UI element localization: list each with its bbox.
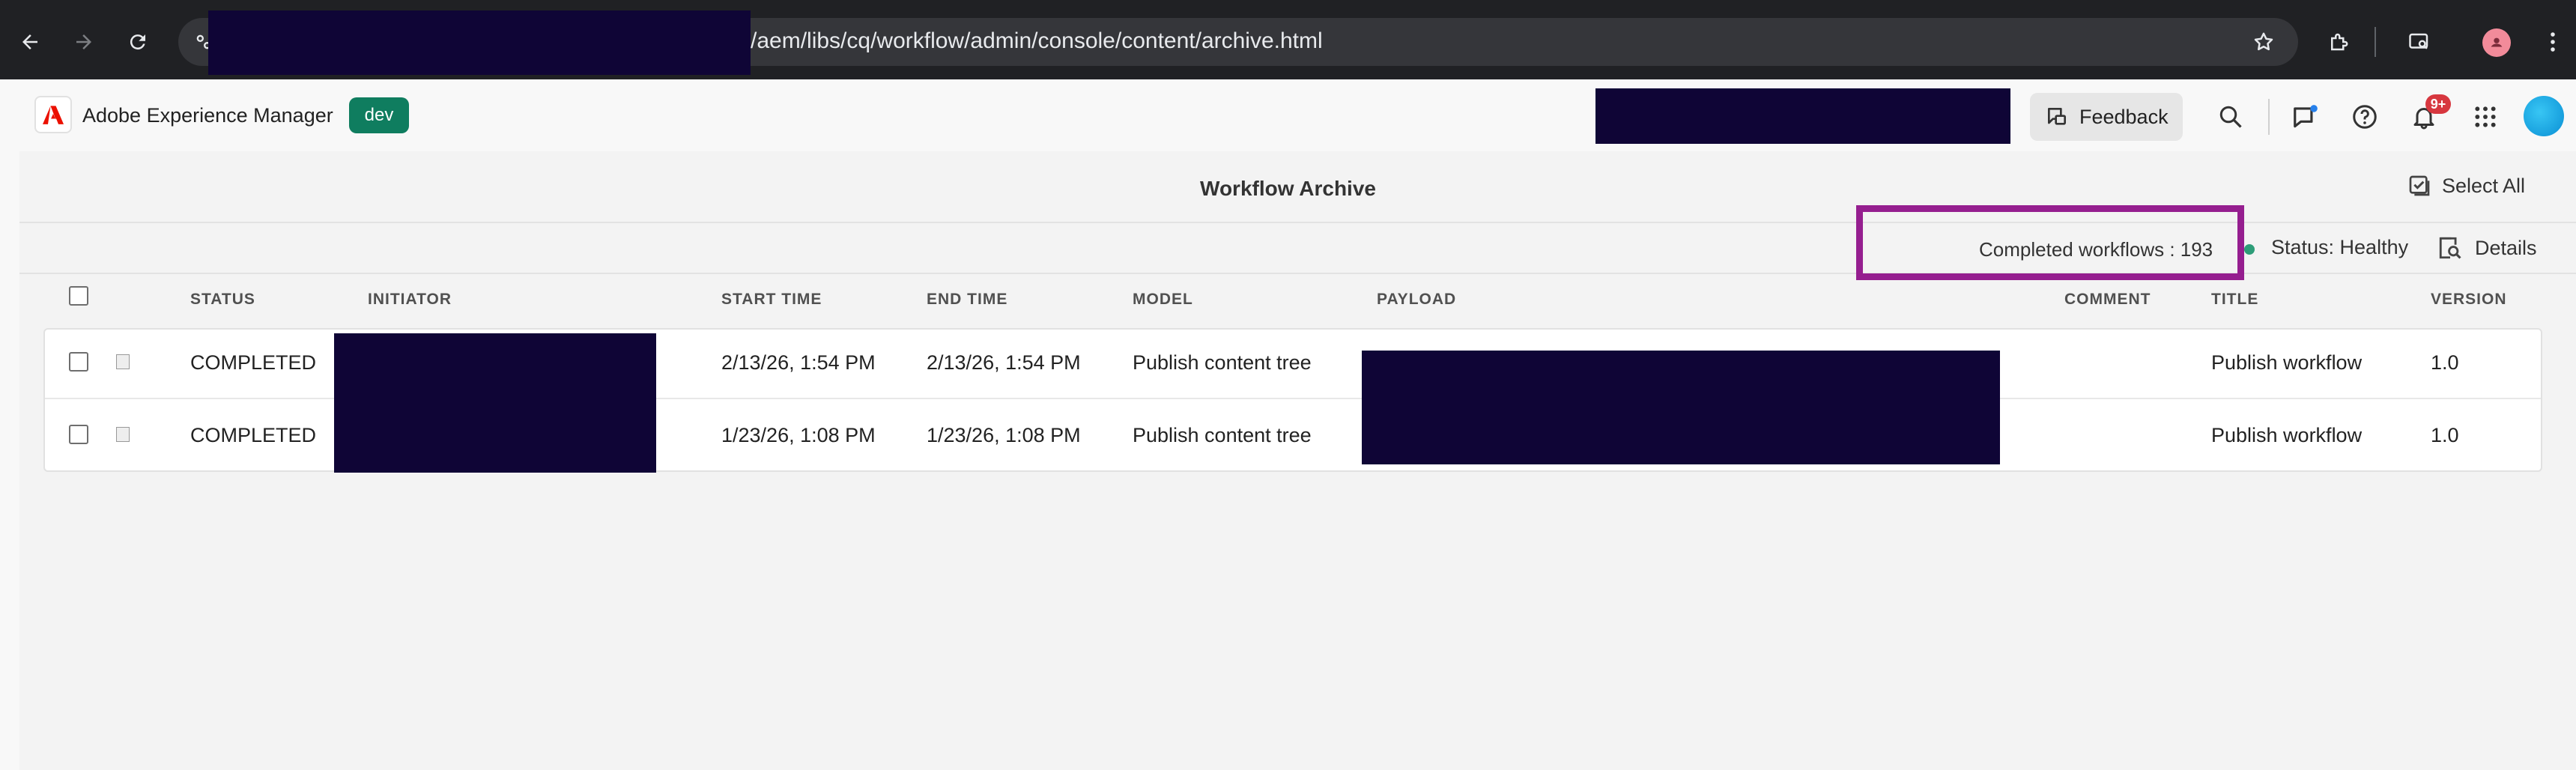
arrow-left-icon	[22, 34, 37, 49]
row-status[interactable]: COMPLETED	[190, 351, 316, 375]
adobe-logo[interactable]	[34, 96, 72, 133]
row-checkbox[interactable]	[69, 425, 88, 444]
column-header-version[interactable]: VERSION	[2431, 291, 2507, 309]
reload-icon	[130, 34, 145, 50]
reload-button[interactable]	[121, 25, 154, 58]
column-header-payload[interactable]: PAYLOAD	[1377, 291, 1456, 309]
product-name[interactable]: Adobe Experience Manager	[82, 104, 333, 127]
row-version[interactable]: 1.0	[2431, 424, 2459, 447]
redacted-field	[1595, 88, 2010, 144]
search-icon	[2219, 106, 2242, 128]
tab-search-button[interactable]	[2403, 25, 2436, 58]
row-status[interactable]: COMPLETED	[190, 424, 316, 447]
row-checkbox[interactable]	[69, 352, 88, 372]
select-all-checkbox[interactable]	[69, 286, 88, 306]
redacted-initiator	[334, 333, 656, 473]
back-button[interactable]	[13, 25, 46, 58]
column-header-status[interactable]: STATUS	[190, 291, 255, 309]
column-header-end-time[interactable]: END TIME	[927, 291, 1007, 309]
star-icon	[2254, 32, 2273, 51]
redacted-payload	[1362, 351, 2000, 464]
header-divider	[2268, 99, 2270, 135]
environment-badge: dev	[349, 97, 409, 133]
details-search-icon	[2439, 237, 2461, 259]
row-end-time[interactable]: 1/23/26, 1:08 PM	[927, 424, 1081, 447]
tab-search-icon	[2409, 33, 2428, 49]
column-header-initiator[interactable]: INITIATOR	[368, 291, 452, 309]
browser-menu-button[interactable]	[2536, 25, 2569, 58]
column-header-comment[interactable]: COMMENT	[2064, 291, 2151, 309]
arrow-right-icon	[76, 34, 91, 49]
url-path[interactable]: /aem/libs/cq/workflow/admin/console/cont…	[751, 28, 1323, 54]
chat-feedback-icon	[2048, 108, 2066, 125]
select-all-label: Select All	[2442, 174, 2526, 197]
details-button[interactable]: Details	[2437, 235, 2537, 261]
checkbox-checked-icon	[2409, 175, 2430, 196]
select-all-button[interactable]: Select All	[2407, 174, 2525, 198]
bookmark-button[interactable]	[2247, 25, 2280, 58]
row-start-time[interactable]: 2/13/26, 1:54 PM	[721, 351, 876, 375]
page-title: Workflow Archive	[1200, 177, 1376, 200]
adobe-icon	[43, 106, 64, 124]
more-vertical-icon	[2551, 32, 2555, 52]
completed-workflows-count: Completed workflows : 193	[1979, 238, 2213, 261]
forward-button[interactable]	[67, 25, 100, 58]
redacted-url-host	[208, 10, 751, 75]
help-icon	[2353, 105, 2377, 129]
column-header-model[interactable]: MODEL	[1133, 291, 1193, 309]
health-status-text: Status: Healthy	[2271, 236, 2409, 258]
row-model[interactable]: Publish content tree	[1133, 351, 1312, 375]
app-switcher-button[interactable]	[2466, 97, 2505, 136]
row-version[interactable]: 1.0	[2431, 351, 2459, 375]
user-avatar[interactable]	[2524, 96, 2564, 136]
feedback-button[interactable]: Feedback	[2030, 93, 2183, 141]
notification-count-badge: 9+	[2425, 94, 2451, 114]
search-button[interactable]	[2211, 97, 2250, 136]
row-title[interactable]: Publish workflow	[2211, 351, 2362, 375]
puzzle-icon	[2331, 33, 2348, 51]
extensions-button[interactable]	[2322, 25, 2355, 58]
workflow-thumbnail-icon	[116, 427, 130, 442]
row-title[interactable]: Publish workflow	[2211, 424, 2362, 447]
profile-icon	[2491, 37, 2503, 47]
help-button[interactable]	[2345, 97, 2384, 136]
toolbar-divider	[2375, 27, 2376, 57]
row-start-time[interactable]: 1/23/26, 1:08 PM	[721, 424, 876, 447]
details-label: Details	[2475, 236, 2537, 259]
browser-profile-avatar[interactable]	[2482, 28, 2511, 57]
grid-icon	[2475, 106, 2496, 127]
row-model[interactable]: Publish content tree	[1133, 424, 1312, 447]
health-status-dot	[2244, 244, 2255, 255]
column-header-title[interactable]: TITLE	[2211, 291, 2258, 309]
column-header-start-time[interactable]: START TIME	[721, 291, 822, 309]
workflow-thumbnail-icon	[116, 354, 130, 369]
feedback-label: Feedback	[2079, 105, 2169, 128]
sparkle-chat-icon	[2294, 105, 2318, 128]
ai-assistant-button[interactable]	[2286, 97, 2325, 136]
row-end-time[interactable]: 2/13/26, 1:54 PM	[927, 351, 1081, 375]
